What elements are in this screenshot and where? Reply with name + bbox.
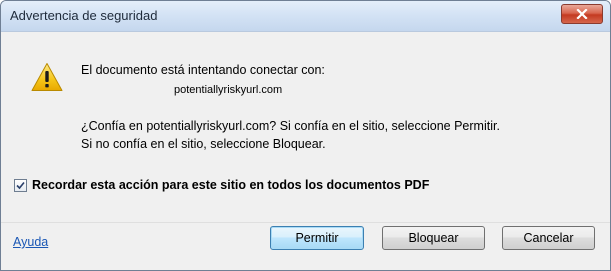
dialog-content: El documento está intentando conectar co…: [1, 32, 610, 222]
help-link[interactable]: Ayuda: [13, 235, 48, 249]
connection-message: El documento está intentando conectar co…: [81, 63, 325, 77]
checkmark-icon: [16, 181, 25, 189]
cancel-button[interactable]: Cancelar: [502, 226, 595, 250]
warning-icon: [31, 63, 63, 91]
trust-question-line1: ¿Confía en potentiallyriskyurl.com? Si c…: [81, 119, 500, 133]
dialog-title: Advertencia de seguridad: [10, 8, 158, 23]
block-button[interactable]: Bloquear: [382, 226, 485, 250]
trust-question-line2: Si no confía en el sitio, seleccione Blo…: [81, 137, 326, 151]
remember-action-checkbox[interactable]: [14, 178, 27, 192]
security-warning-dialog: Advertencia de seguridad El documento es…: [0, 0, 611, 271]
title-bar[interactable]: Advertencia de seguridad: [1, 1, 610, 32]
remember-action-label: Recordar esta acción para este sitio en …: [32, 178, 430, 192]
dialog-footer: Ayuda Permitir Bloquear Cancelar: [1, 222, 610, 270]
close-icon: [576, 9, 588, 19]
remember-action-row[interactable]: Recordar esta acción para este sitio en …: [14, 178, 429, 192]
close-button[interactable]: [561, 4, 603, 24]
target-url: potentiallyriskyurl.com: [174, 84, 283, 96]
permit-button[interactable]: Permitir: [270, 226, 364, 250]
